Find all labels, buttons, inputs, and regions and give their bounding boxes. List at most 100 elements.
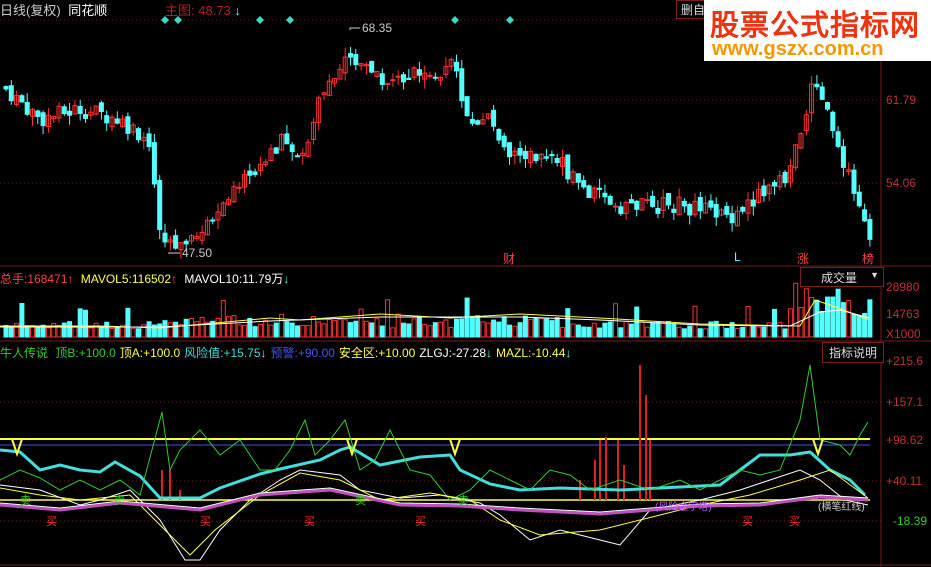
volume-bar xyxy=(88,327,94,338)
candle xyxy=(390,79,396,82)
candle xyxy=(162,232,168,243)
volume-bar xyxy=(443,319,449,338)
volume-bar xyxy=(772,308,777,338)
indicator-label: 顶B: xyxy=(55,346,79,360)
volume-bar xyxy=(623,320,629,338)
volume-bar xyxy=(591,322,597,338)
l-marker[interactable]: L xyxy=(734,250,741,264)
candle xyxy=(708,200,714,208)
volume-bar xyxy=(8,326,14,338)
volume-bar xyxy=(697,328,703,338)
indicator-name[interactable]: 牛人传说 xyxy=(0,346,48,360)
stock-name: 同花顺 xyxy=(68,3,108,18)
indicator-item: 风险值:+15.75↓ xyxy=(184,346,266,360)
indicator-label: 预警: xyxy=(270,346,298,360)
candle xyxy=(650,195,656,207)
indicator-label: 顶A: xyxy=(119,346,144,360)
volume-bar xyxy=(295,325,300,338)
candle xyxy=(666,192,671,206)
volume-bar xyxy=(549,320,555,338)
candle xyxy=(454,61,459,72)
volume-bar xyxy=(215,317,221,338)
volume-bar xyxy=(98,327,104,338)
candle xyxy=(469,118,475,124)
volume-bar xyxy=(167,322,173,338)
volume-bar xyxy=(713,320,719,338)
volume-bar xyxy=(321,323,327,338)
volume-bar xyxy=(734,327,740,338)
volume-bar xyxy=(136,328,141,338)
candle xyxy=(507,142,512,158)
volume-bar xyxy=(491,319,497,338)
finance-marker[interactable]: 财 xyxy=(503,250,515,267)
volume-bar xyxy=(19,302,25,338)
volume-indicator-dropdown[interactable]: 成交量 ▼ xyxy=(800,267,884,287)
candle xyxy=(867,219,873,240)
candle xyxy=(98,102,104,112)
zlgj-line xyxy=(0,469,869,561)
candle xyxy=(427,74,433,77)
candle xyxy=(517,148,523,156)
volume-bar xyxy=(35,325,41,338)
volume-bar xyxy=(114,327,120,338)
volume-bar xyxy=(830,296,836,338)
volume-bar xyxy=(856,316,862,338)
candle xyxy=(830,111,836,132)
volume-bar xyxy=(618,327,624,338)
candle xyxy=(862,209,868,222)
volume-bar xyxy=(469,315,475,338)
indicator-explain-button[interactable]: 指标说明 xyxy=(822,342,885,363)
volume-bar xyxy=(485,322,491,338)
candle xyxy=(782,171,788,184)
volume-bar xyxy=(655,321,661,338)
volume-bar xyxy=(173,321,179,338)
indicator-label: 安全区: xyxy=(338,346,379,360)
volume-bar xyxy=(422,323,428,338)
candle xyxy=(819,86,825,100)
candle xyxy=(353,54,359,66)
v-top-marker-icon xyxy=(449,438,461,458)
candle xyxy=(67,110,73,116)
volume-bar xyxy=(570,323,576,338)
volume-bar xyxy=(226,316,232,338)
ranking-marker[interactable]: 榜 xyxy=(862,250,874,267)
indicator-readout: 牛人传说 顶B:+100.0 顶A:+100.0 风险值:+15.75↓ 预警:+90… xyxy=(0,344,571,361)
volume-bar xyxy=(183,318,189,338)
price-axis-tick: 54.06 xyxy=(886,176,917,190)
volume-bar xyxy=(72,325,78,338)
indicator-axis-tick: +40.11 xyxy=(886,474,923,488)
volume-bar xyxy=(448,326,454,338)
volume-bar xyxy=(782,328,788,338)
volume-bar xyxy=(528,318,534,338)
volume-bar xyxy=(104,321,110,338)
candle xyxy=(856,191,862,207)
volume-bar xyxy=(475,315,481,338)
limit-up-marker[interactable]: 涨 xyxy=(797,250,809,267)
volume-bar xyxy=(512,325,518,338)
volume-bar xyxy=(411,318,417,338)
candle xyxy=(575,173,581,183)
candle xyxy=(835,131,841,147)
indicator-value: +10.00 xyxy=(378,346,416,360)
indicator-item: 顶B:+100.0 xyxy=(55,346,115,360)
candle xyxy=(544,156,550,159)
volume-bar xyxy=(538,318,544,338)
period-label[interactable]: 日线(复权) xyxy=(0,3,61,18)
candle xyxy=(549,154,555,157)
volume-bar xyxy=(385,299,391,338)
candle xyxy=(634,200,640,210)
volume-bar xyxy=(247,317,253,338)
candle xyxy=(289,144,295,153)
indicator-value: +90.00 xyxy=(297,346,335,360)
volume-bar xyxy=(77,308,83,338)
volume-bar xyxy=(67,321,73,338)
up-arrow-icon: ↑ xyxy=(67,272,74,286)
main-indicator-readout: 主图: 48.73 ↓ xyxy=(165,0,241,19)
volume-bar xyxy=(517,322,523,338)
volume-bar xyxy=(273,322,279,338)
down-arrow-icon: ↓ xyxy=(234,3,241,18)
volume-bar xyxy=(395,313,401,338)
volume-bar xyxy=(416,315,422,338)
buy-signal: 买 xyxy=(789,516,800,528)
sell-signal: 卖 xyxy=(458,495,469,507)
